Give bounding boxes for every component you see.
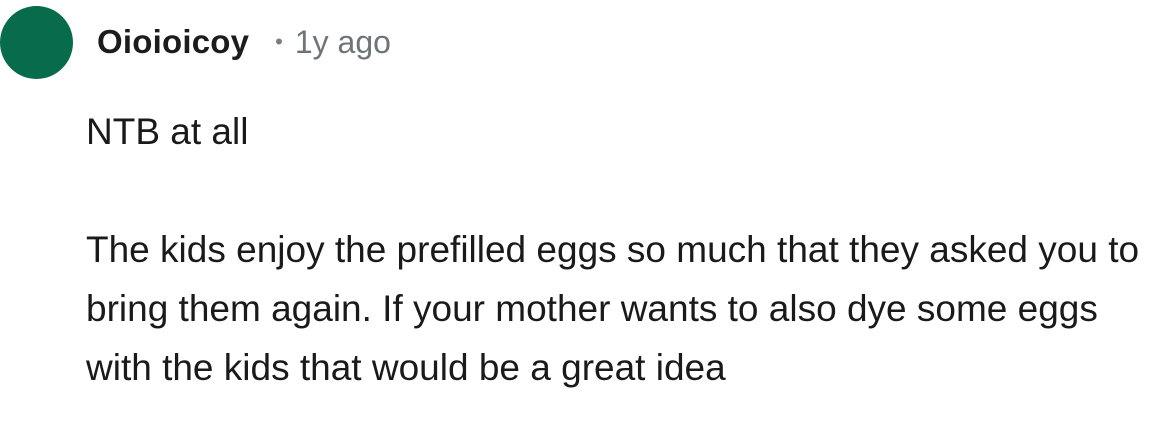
comment-header: Oioioicoy • 1y ago xyxy=(97,20,391,64)
avatar[interactable] xyxy=(0,6,73,79)
username-link[interactable]: Oioioicoy xyxy=(97,23,249,61)
comment-paragraph: The kids enjoy the prefilled eggs so muc… xyxy=(86,229,1140,388)
comment-paragraph: NTB at all xyxy=(86,111,249,152)
separator-dot: • xyxy=(275,29,283,54)
timestamp: 1y ago xyxy=(294,23,391,60)
comment: Oioioicoy • 1y ago NTB at all The kids e… xyxy=(0,0,1159,440)
comment-body: NTB at all The kids enjoy the prefilled … xyxy=(86,102,1154,397)
